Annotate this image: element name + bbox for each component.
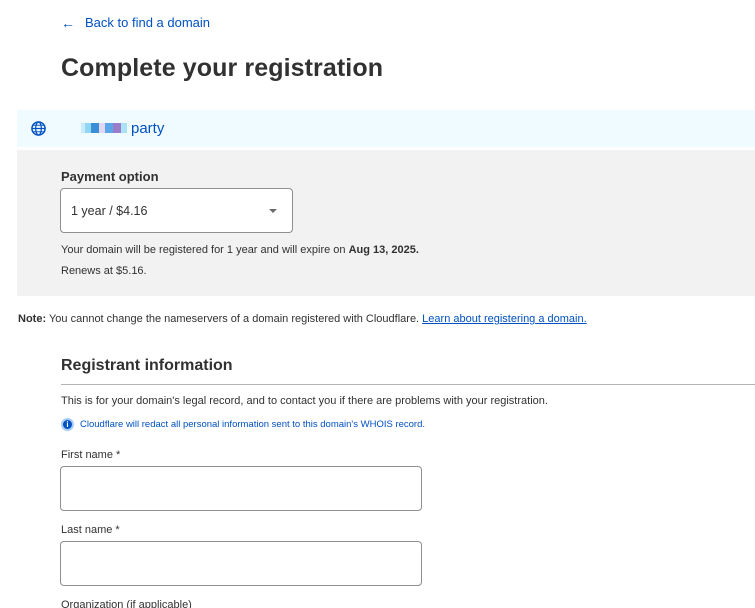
payment-description: Your domain will be registered for 1 yea… xyxy=(61,240,419,282)
nameserver-note: Note: You cannot change the nameservers … xyxy=(18,313,587,325)
organization-label: Organization (if applicable) xyxy=(61,599,192,608)
first-name-label: First name * xyxy=(61,449,121,461)
first-name-input[interactable] xyxy=(60,466,422,511)
redacted-domain-name xyxy=(81,123,127,133)
info-icon: i xyxy=(61,418,74,431)
expiry-date: Aug 13, 2025. xyxy=(348,244,419,256)
back-link-label: Back to find a domain xyxy=(85,15,211,30)
arrow-left-icon: ← xyxy=(61,14,75,31)
whois-info-text: Cloudflare will redact all personal info… xyxy=(80,419,426,430)
globe-icon xyxy=(31,121,46,136)
last-name-label: Last name * xyxy=(61,524,120,536)
expiry-text: Your domain will be registered for 1 yea… xyxy=(61,244,349,256)
last-name-input[interactable] xyxy=(60,541,422,586)
page-title: Complete your registration xyxy=(61,54,384,82)
domain-tld: party xyxy=(131,120,165,137)
payment-panel: Payment option 1 year / $4.16 Your domai… xyxy=(17,150,755,296)
whois-info: i Cloudflare will redact all personal in… xyxy=(61,418,425,431)
registrant-description: This is for your domain's legal record, … xyxy=(61,395,548,407)
chevron-down-icon xyxy=(269,209,277,213)
learn-registering-link[interactable]: Learn about registering a domain. xyxy=(422,313,587,325)
domain-bar: party xyxy=(17,110,755,147)
note-label: Note: xyxy=(18,313,47,325)
back-to-find-domain-link[interactable]: ← Back to find a domain xyxy=(61,15,210,30)
registrant-section-title: Registrant information xyxy=(61,357,233,374)
payment-option-select[interactable]: 1 year / $4.16 xyxy=(60,188,293,233)
note-text: You cannot change the nameservers of a d… xyxy=(46,313,423,325)
renewal-price: Renews at $5.16. xyxy=(61,265,147,277)
payment-option-value: 1 year / $4.16 xyxy=(71,204,148,218)
payment-option-label: Payment option xyxy=(61,169,159,184)
section-divider xyxy=(61,384,755,385)
